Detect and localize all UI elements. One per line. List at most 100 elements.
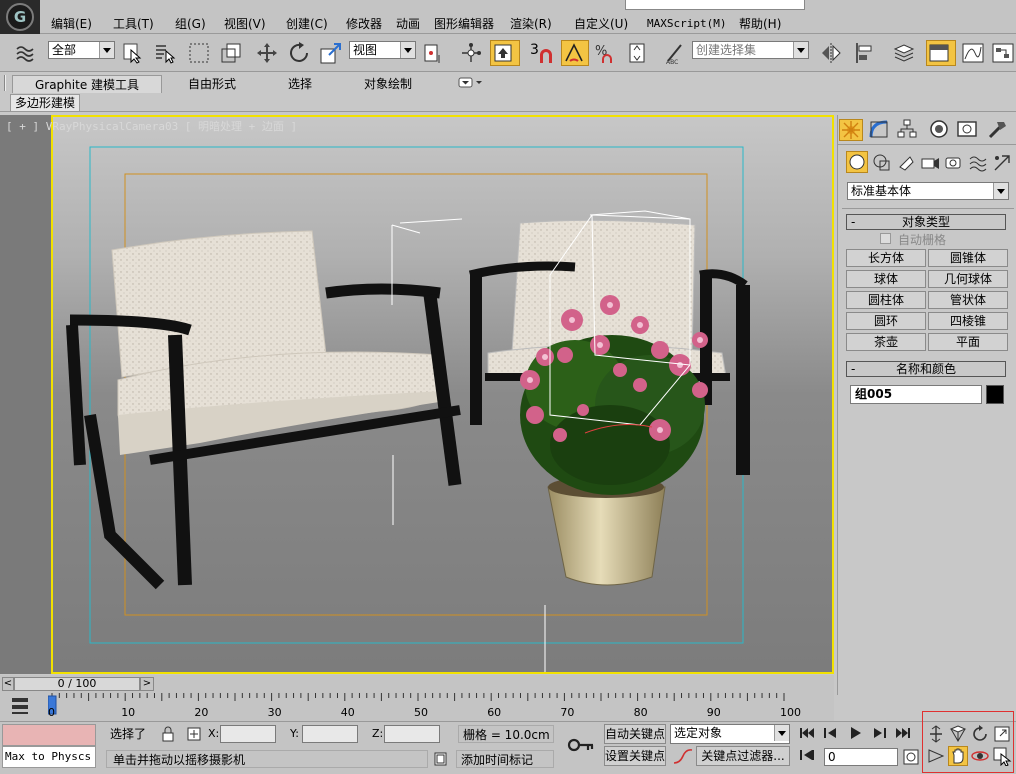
lights-category-button[interactable] <box>896 153 916 173</box>
tab-create[interactable] <box>839 119 863 141</box>
shapes-category-button[interactable] <box>872 153 892 173</box>
selection-lock-toggle[interactable] <box>160 726 176 742</box>
key-filters-button[interactable]: 关键点过滤器... <box>696 746 790 766</box>
bind-spacewarp-button[interactable] <box>14 40 40 66</box>
time-slider-thumb[interactable]: 0 / 100 <box>14 677 140 691</box>
tab-hierarchy[interactable] <box>896 119 920 141</box>
menu-help[interactable]: 帮助(H) <box>739 15 781 33</box>
window-crossing-button[interactable] <box>218 40 244 66</box>
ribbon-options-dropdown[interactable] <box>458 76 484 90</box>
category-dropdown[interactable]: 标准基本体 <box>847 182 1009 200</box>
menu-create[interactable]: 创建(C) <box>286 15 328 33</box>
x-coordinate-input[interactable] <box>220 725 276 743</box>
orbit-camera-button[interactable] <box>970 746 990 766</box>
app-logo-button[interactable]: G <box>0 0 40 34</box>
time-configuration-button[interactable] <box>902 748 920 766</box>
field-of-view-button[interactable] <box>926 746 946 766</box>
systems-category-button[interactable] <box>992 153 1012 173</box>
selection-filter-dropdown[interactable]: 全部 <box>48 41 115 59</box>
perspective-button[interactable] <box>948 724 968 744</box>
teapot-button[interactable]: 茶壶 <box>846 333 926 351</box>
y-coordinate-input[interactable] <box>302 725 358 743</box>
tab-polygon-modeling[interactable]: 多边形建模 <box>10 94 80 111</box>
name-color-rollout-header[interactable]: - 名称和颜色 <box>846 361 1006 377</box>
tab-modify[interactable] <box>868 119 892 141</box>
roll-camera-button[interactable] <box>970 724 990 744</box>
edit-named-selection-button[interactable]: ABC <box>662 40 688 66</box>
align-button[interactable] <box>852 40 878 66</box>
geometry-category-button[interactable] <box>846 151 868 173</box>
tab-utilities[interactable] <box>986 119 1010 141</box>
menu-customize[interactable]: 自定义(U) <box>574 15 628 33</box>
torus-button[interactable]: 圆环 <box>846 312 926 330</box>
select-object-button[interactable] <box>120 40 146 66</box>
maxscript-listener-white[interactable]: Max to Physcs ( <box>2 746 96 768</box>
named-selection-dropdown[interactable]: 创建选择集 <box>692 41 809 59</box>
cameras-category-button[interactable] <box>920 153 940 173</box>
menu-maxscript[interactable]: MAXScript(M) <box>647 15 726 33</box>
snap-toggle-button[interactable] <box>533 40 559 66</box>
time-tag-button[interactable] <box>432 751 450 767</box>
mini-curve-editor-button[interactable] <box>8 695 34 717</box>
perspective-viewport[interactable]: [ + ] VRayPhysicalCamera03 [ 明暗处理 + 边面 ] <box>0 115 834 674</box>
graphite-ribbon-toggle-button[interactable] <box>926 40 956 66</box>
go-to-end-button[interactable] <box>894 726 912 744</box>
object-type-rollout-header[interactable]: - 对象类型 <box>846 214 1006 230</box>
tab-graphite-modeling[interactable]: Graphite 建模工具 <box>12 75 162 93</box>
percent-snap-button[interactable]: % <box>592 40 618 66</box>
select-scale-button[interactable] <box>318 40 344 66</box>
set-key-mode-icon-button[interactable] <box>566 732 596 758</box>
menu-view[interactable]: 视图(V) <box>224 15 266 33</box>
set-key-button[interactable]: 设置关键点 <box>604 746 666 766</box>
current-frame-input[interactable]: 0 <box>824 748 898 766</box>
search-input[interactable] <box>625 0 805 10</box>
auto-key-button[interactable]: 自动关键点 <box>604 724 666 744</box>
tab-object-paint[interactable]: 对象绘制 <box>340 75 436 93</box>
sphere-button[interactable]: 球体 <box>846 270 926 288</box>
object-color-swatch[interactable] <box>986 385 1004 404</box>
maxscript-listener-pink[interactable] <box>2 724 96 746</box>
z-coordinate-input[interactable] <box>384 725 440 743</box>
tube-button[interactable]: 管状体 <box>928 291 1008 309</box>
menu-graph-editors[interactable]: 图形编辑器 <box>434 15 494 33</box>
next-frame-button[interactable]: > <box>140 677 154 691</box>
mirror-button[interactable] <box>818 40 844 66</box>
layer-manager-button[interactable] <box>891 40 917 66</box>
next-key-button[interactable] <box>870 726 888 744</box>
box-button[interactable]: 长方体 <box>846 249 926 267</box>
go-to-start-button[interactable] <box>798 726 816 744</box>
rect-selection-button[interactable] <box>186 40 212 66</box>
object-name-input[interactable]: 组005 <box>850 385 982 404</box>
angle-snap-button[interactable] <box>561 40 589 66</box>
tab-motion[interactable] <box>928 119 952 141</box>
reference-coord-dropdown[interactable]: 视图 <box>349 41 416 59</box>
pivot-center-button[interactable] <box>420 40 446 66</box>
previous-key-button[interactable] <box>822 726 840 744</box>
select-manipulate-button[interactable] <box>458 40 484 66</box>
menu-animation[interactable]: 动画 <box>396 15 420 33</box>
menu-group[interactable]: 组(G) <box>175 15 206 33</box>
viewport-label[interactable]: [ + ] VRayPhysicalCamera03 [ 明暗处理 + 边面 ] <box>6 118 297 134</box>
pyramid-button[interactable]: 四棱锥 <box>928 312 1008 330</box>
tab-selection[interactable]: 选择 <box>262 75 338 93</box>
spinner-snap-button[interactable] <box>624 40 650 66</box>
menu-tools[interactable]: 工具(T) <box>113 15 154 33</box>
key-mode-dropdown[interactable]: 选定对象 <box>670 724 790 744</box>
select-move-button[interactable] <box>254 40 280 66</box>
dolly-camera-button[interactable] <box>926 724 946 744</box>
helpers-category-button[interactable] <box>944 153 964 173</box>
key-mode-toggle-button[interactable] <box>798 748 816 766</box>
spacewarps-category-button[interactable] <box>968 153 988 173</box>
play-button[interactable] <box>846 726 864 744</box>
select-by-name-button[interactable] <box>152 40 178 66</box>
previous-frame-button[interactable]: < <box>2 677 14 691</box>
cone-button[interactable]: 圆锥体 <box>928 249 1008 267</box>
cylinder-button[interactable]: 圆柱体 <box>846 291 926 309</box>
geosphere-button[interactable]: 几何球体 <box>928 270 1008 288</box>
maximize-viewport-toggle[interactable] <box>992 724 1012 744</box>
tab-display[interactable] <box>956 119 980 141</box>
autogrid-checkbox[interactable] <box>880 233 891 244</box>
select-rotate-button[interactable] <box>286 40 312 66</box>
track-bar[interactable]: 0 10 20 30 40 50 60 70 80 90 100 <box>0 693 834 721</box>
curve-editor-button[interactable] <box>960 40 986 66</box>
